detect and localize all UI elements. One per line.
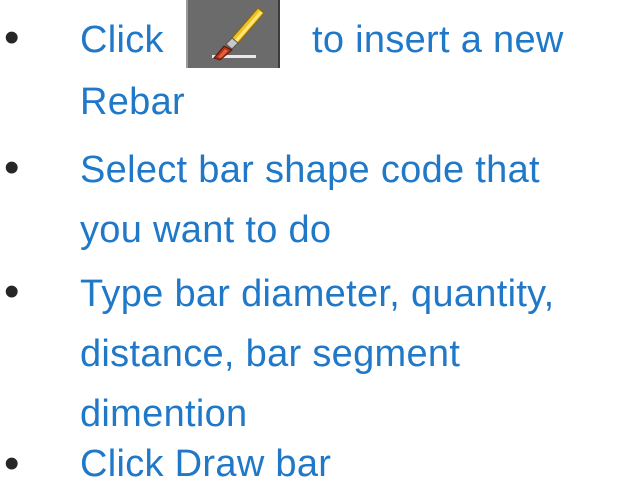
list-item-text: Rebar: [80, 81, 185, 123]
bullet-list: • Click to insert a new Rebar • Select b…: [0, 0, 629, 494]
insert-rebar-button[interactable]: [186, 0, 280, 68]
list-item-text: to insert a new: [312, 19, 564, 61]
list-item-text: you want to do: [80, 209, 332, 251]
bullet-marker: •: [4, 13, 20, 62]
list-item-text: Select bar shape code that: [80, 149, 540, 191]
list-item-text: Click: [80, 19, 164, 61]
paintbrush-icon: [212, 7, 265, 61]
bullet-marker: •: [4, 267, 20, 316]
list-item-text: Type bar diameter, quantity,: [80, 273, 555, 315]
bullet-marker: •: [4, 439, 20, 488]
list-item-text: Click Draw bar: [80, 443, 332, 485]
bullet-marker: •: [4, 143, 20, 192]
list-item-text: distance, bar segment: [80, 333, 461, 375]
